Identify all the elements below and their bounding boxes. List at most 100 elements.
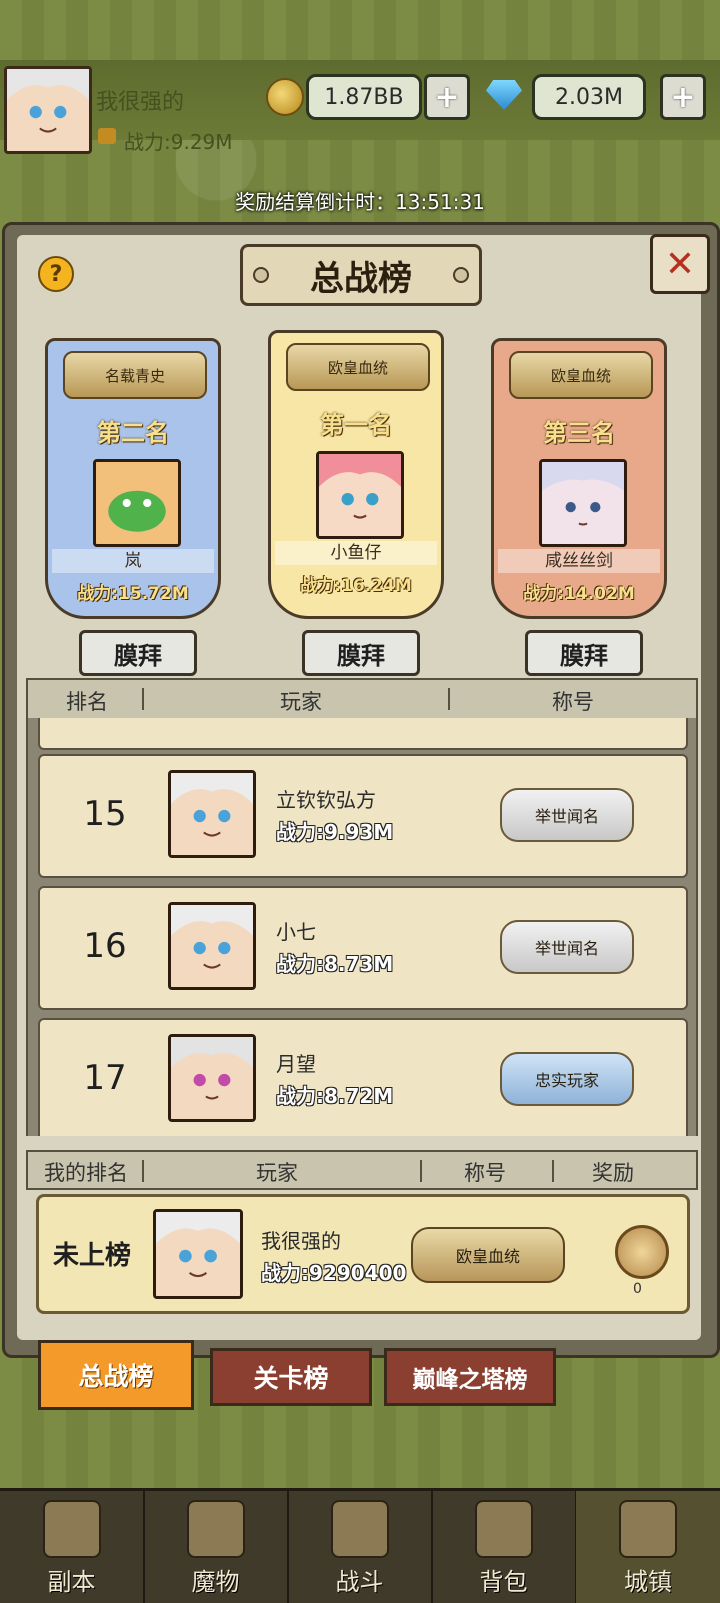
avatar-face-icon: [156, 1212, 240, 1296]
worship-button-second[interactable]: 膜拜: [79, 630, 197, 676]
row-title-badge: 忠实玩家: [500, 1052, 634, 1106]
close-button[interactable]: ✕: [650, 234, 710, 294]
podium-name: 小鱼仔: [275, 541, 437, 565]
podium-card-second[interactable]: 名载青史 第二名 岚 战力:15.72M: [45, 338, 221, 619]
table-row[interactable]: [38, 718, 688, 750]
rank-column-header: 排名: [66, 690, 108, 714]
row-player-name: 月望: [276, 1052, 316, 1076]
map-icon: [42, 1500, 101, 1558]
my-rank-row[interactable]: 未上榜 我很强的 战力:9290400 欧皇血统 0: [36, 1194, 690, 1314]
podium-portrait: [93, 459, 181, 547]
row-rank: 15: [83, 794, 127, 834]
my-player-name: 我很强的: [261, 1229, 341, 1253]
row-player-power: 战力:8.73M: [276, 952, 394, 976]
bottom-navigation: 副本 魔物 战斗 背包 城镇: [0, 1488, 720, 1603]
row-title-badge: 举世闻名: [500, 788, 634, 842]
podium-name: 岚: [52, 549, 214, 573]
ranking-list[interactable]: 15 立钦钦弘方 战力:9.93M 举世闻名 16 小七 战力:8.73M 举世…: [26, 718, 698, 1136]
my-rank-column-header: 我的排名: [44, 1161, 128, 1185]
nav-label: 背包: [479, 1568, 528, 1596]
player-column-header: 玩家: [280, 690, 322, 714]
my-rank-header: 我的排名 玩家 称号 奖励: [26, 1150, 698, 1190]
column-divider: [142, 1160, 144, 1182]
my-rank-status: 未上榜: [53, 1241, 132, 1271]
row-portrait: [168, 902, 256, 990]
worship-button-third[interactable]: 膜拜: [525, 630, 643, 676]
column-divider: [552, 1160, 554, 1182]
title-column-header: 称号: [552, 690, 594, 714]
nav-battle[interactable]: 战斗: [288, 1491, 433, 1603]
podium-portrait: [316, 451, 404, 539]
swords-icon: [330, 1500, 389, 1558]
nav-backpack[interactable]: 背包: [432, 1491, 577, 1603]
backpack-icon: [474, 1500, 533, 1558]
player-avatar[interactable]: [4, 66, 92, 154]
reward-count: 0: [633, 1281, 642, 1297]
nav-label: 魔物: [191, 1568, 240, 1596]
podium-place: 第二名: [97, 419, 169, 447]
avatar-face-icon: [542, 462, 624, 544]
table-row[interactable]: 16 小七 战力:8.73M 举世闻名: [38, 886, 688, 1010]
panel-title: 总战榜: [240, 244, 482, 306]
reward-countdown: 奖励结算倒计时：13:51:31: [235, 190, 485, 214]
monster-icon: [186, 1500, 245, 1558]
podium-name: 咸丝丝剑: [498, 549, 660, 573]
player-name: 我很强的: [96, 90, 185, 115]
podium-power: 战力:15.72M: [77, 584, 189, 604]
podium-power: 战力:16.24M: [300, 576, 412, 596]
table-row[interactable]: 15 立钦钦弘方 战力:9.93M 举世闻名: [38, 754, 688, 878]
castle-icon: [619, 1500, 677, 1558]
nav-monsters[interactable]: 魔物: [144, 1491, 289, 1603]
column-divider: [142, 688, 144, 710]
podium-card-first[interactable]: 欧皇血统 第一名 小鱼仔 战力:16.24M: [268, 330, 444, 619]
row-portrait: [168, 1034, 256, 1122]
row-player-power: 战力:8.72M: [276, 1084, 394, 1108]
avatar-face-icon: [171, 1037, 253, 1119]
podium-place: 第一名: [320, 411, 392, 439]
nav-label: 城镇: [624, 1568, 672, 1596]
add-gems-button[interactable]: +: [660, 74, 706, 120]
medal-icon[interactable]: [615, 1225, 669, 1279]
ranking-table-header: 排名 玩家 称号: [26, 678, 698, 720]
tab-stage-ranking[interactable]: 关卡榜: [210, 1348, 372, 1406]
bolt-icon: [253, 267, 269, 283]
avatar-face-icon: [171, 773, 253, 855]
row-rank: 16: [83, 926, 127, 966]
gold-amount: 1.87BB: [306, 74, 422, 120]
my-player-power: 战力:9290400: [261, 1261, 407, 1285]
title-badge: 欧皇血统: [286, 343, 430, 391]
table-row[interactable]: 17 月望 战力:8.72M 忠实玩家: [38, 1018, 688, 1136]
bolt-icon: [453, 267, 469, 283]
row-rank: 17: [83, 1058, 127, 1098]
gem-amount: 2.03M: [532, 74, 646, 120]
title-badge: 名载青史: [63, 351, 207, 399]
row-player-name: 立钦钦弘方: [276, 788, 376, 812]
title-badge: 欧皇血统: [509, 351, 653, 399]
worship-button-first[interactable]: 膜拜: [302, 630, 420, 676]
player-power: 战力:9.29M: [124, 130, 233, 154]
podium-card-third[interactable]: 欧皇血统 第三名 咸丝丝剑 战力:14.02M: [491, 338, 667, 619]
my-portrait: [153, 1209, 243, 1299]
add-gold-button[interactable]: +: [424, 74, 470, 120]
nav-label: 战斗: [335, 1568, 384, 1596]
row-portrait: [168, 770, 256, 858]
avatar-face-icon: [171, 905, 253, 987]
my-title-badge: 欧皇血统: [411, 1227, 565, 1283]
dragon-avatar-icon: [96, 462, 178, 544]
column-divider: [448, 688, 450, 710]
nav-dungeon[interactable]: 副本: [0, 1491, 145, 1603]
my-title-column-header: 称号: [464, 1161, 506, 1185]
power-icon: [98, 128, 116, 144]
podium-power: 战力:14.02M: [523, 584, 635, 604]
row-player-name: 小七: [276, 920, 316, 944]
nav-label: 副本: [47, 1568, 96, 1596]
nav-town[interactable]: 城镇: [576, 1491, 720, 1603]
help-icon[interactable]: ?: [38, 256, 74, 292]
podium-portrait: [539, 459, 627, 547]
column-divider: [420, 1160, 422, 1182]
tab-total-ranking[interactable]: 总战榜: [38, 1340, 194, 1410]
podium-place: 第三名: [543, 419, 615, 447]
tab-tower-ranking[interactable]: 巅峰之塔榜: [384, 1348, 556, 1406]
row-player-power: 战力:9.93M: [276, 820, 394, 844]
row-title-badge: 举世闻名: [500, 920, 634, 974]
